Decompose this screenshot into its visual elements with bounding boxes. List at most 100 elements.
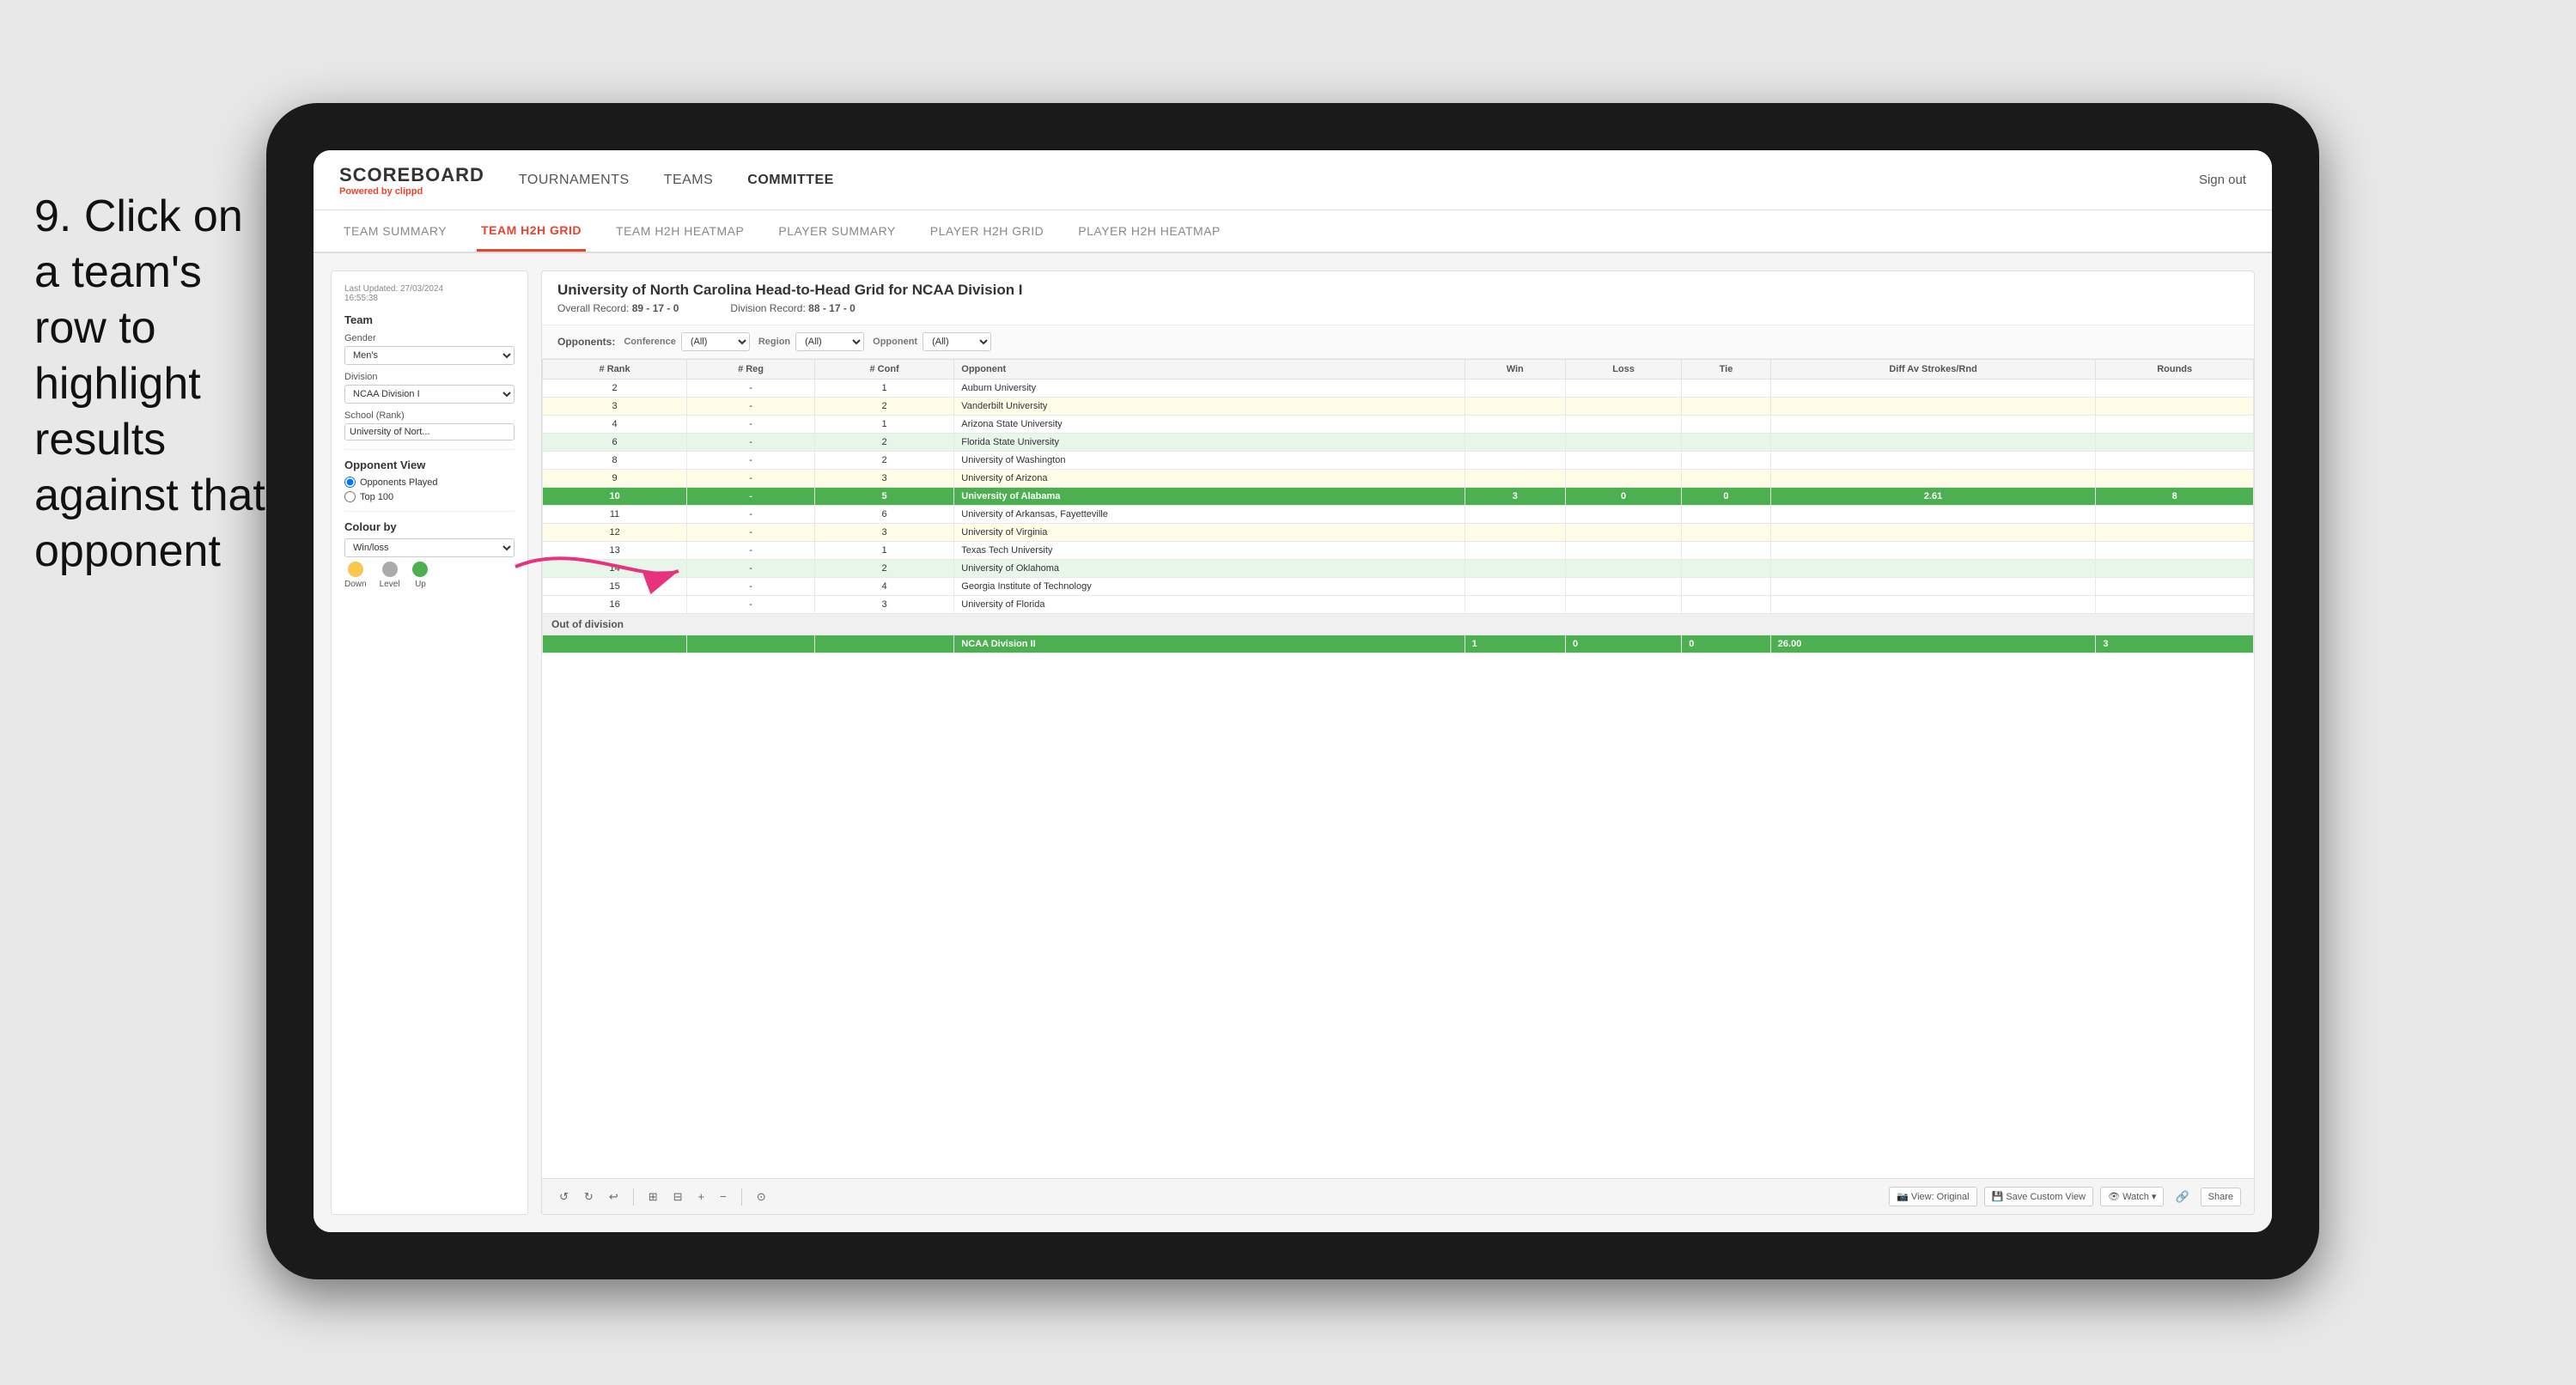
- zoom-icon[interactable]: −: [716, 1188, 731, 1206]
- sign-out-link[interactable]: Sign out: [2199, 173, 2246, 187]
- col-rounds: Rounds: [2096, 360, 2254, 380]
- opponent-filter-select[interactable]: (All): [923, 332, 991, 351]
- col-win: Win: [1465, 360, 1565, 380]
- subnav-player-h2h-grid[interactable]: PLAYER H2H GRID: [926, 210, 1049, 252]
- table-row[interactable]: 11-6University of Arkansas, Fayetteville: [543, 506, 2254, 524]
- opponents-filter-label: Opponents:: [557, 336, 615, 348]
- legend-level-icon: [382, 562, 398, 577]
- data-panel-title: University of North Carolina Head-to-Hea…: [557, 282, 2238, 299]
- conference-filter-label: Conference: [624, 337, 676, 347]
- out-of-division-row[interactable]: NCAA Division II10026.003: [543, 635, 2254, 653]
- col-rank: # Rank: [543, 360, 687, 380]
- table-row[interactable]: 13-1Texas Tech University: [543, 542, 2254, 560]
- grid-icon[interactable]: ⊞: [644, 1188, 662, 1206]
- table-row[interactable]: 10-5University of Alabama3002.618: [543, 488, 2254, 506]
- colour-by-title: Colour by: [344, 520, 515, 533]
- conference-filter-group: Conference (All): [624, 332, 750, 351]
- sub-nav: TEAM SUMMARY TEAM H2H GRID TEAM H2H HEAT…: [314, 210, 2272, 253]
- data-panel: University of North Carolina Head-to-Hea…: [541, 270, 2255, 1215]
- radio-top100[interactable]: Top 100: [344, 491, 515, 502]
- division-record-label: Division Record: 88 - 17 - 0: [730, 302, 855, 314]
- out-of-division-header: Out of division: [543, 614, 2254, 635]
- team-section-title: Team: [344, 313, 515, 326]
- logo-powered: Powered by clippd: [339, 186, 484, 197]
- table-body: 2-1Auburn University3-2Vanderbilt Univer…: [543, 380, 2254, 653]
- view-original-btn[interactable]: 📷 View: Original: [1889, 1187, 1976, 1206]
- share-btn[interactable]: Share: [2201, 1188, 2241, 1206]
- table-row[interactable]: 3-2Vanderbilt University: [543, 398, 2254, 416]
- division-select[interactable]: NCAA Division I: [344, 385, 515, 404]
- col-reg: # Reg: [687, 360, 815, 380]
- subnav-team-h2h-grid[interactable]: TEAM H2H GRID: [477, 210, 586, 252]
- subnav-team-summary[interactable]: TEAM SUMMARY: [339, 210, 451, 252]
- conference-filter-select[interactable]: (All): [681, 332, 750, 351]
- col-loss: Loss: [1565, 360, 1681, 380]
- col-opponent: Opponent: [954, 360, 1465, 380]
- watch-btn[interactable]: 👁 Watch ▾: [2100, 1187, 2164, 1206]
- back-icon[interactable]: ↩: [605, 1188, 623, 1206]
- overall-record-label: Overall Record: 89 - 17 - 0: [557, 302, 679, 314]
- gender-select[interactable]: Men's: [344, 346, 515, 365]
- main-content: Last Updated: 27/03/2024 16:55:38 Team G…: [314, 253, 2272, 1232]
- legend-down-icon: [348, 562, 363, 577]
- school-label: School (Rank): [344, 410, 515, 421]
- school-input[interactable]: [344, 423, 515, 440]
- table-row[interactable]: 14-2University of Oklahoma: [543, 560, 2254, 578]
- legend: Down Level Up: [344, 562, 515, 589]
- table-row[interactable]: 16-3University of Florida: [543, 596, 2254, 614]
- region-filter-group: Region (All): [758, 332, 864, 351]
- opponent-filter-group: Opponent (All): [873, 332, 991, 351]
- col-conf: # Conf: [814, 360, 953, 380]
- legend-up: Up: [412, 562, 428, 589]
- nav-links: TOURNAMENTS TEAMS COMMITTEE: [519, 168, 2199, 192]
- subnav-team-h2h-heatmap[interactable]: TEAM H2H HEATMAP: [612, 210, 748, 252]
- legend-up-icon: [412, 562, 428, 577]
- undo-icon[interactable]: ↺: [555, 1188, 573, 1206]
- save-custom-view-btn[interactable]: 💾 Save Custom View: [1984, 1187, 2093, 1206]
- last-updated: Last Updated: 27/03/2024 16:55:38: [344, 284, 515, 303]
- colour-by-select[interactable]: Win/loss: [344, 538, 515, 557]
- division-label: Division: [344, 372, 515, 382]
- table-row[interactable]: 8-2University of Washington: [543, 452, 2254, 470]
- h2h-table: # Rank # Reg # Conf Opponent Win Loss Ti…: [542, 359, 2254, 653]
- region-filter-select[interactable]: (All): [795, 332, 864, 351]
- minus-grid-icon[interactable]: ⊟: [669, 1188, 687, 1206]
- table-row[interactable]: 12-3University of Virginia: [543, 524, 2254, 542]
- redo-icon[interactable]: ↻: [580, 1188, 598, 1206]
- instruction-text: 9. Click on a team's row to highlight re…: [34, 189, 275, 580]
- subnav-player-h2h-heatmap[interactable]: PLAYER H2H HEATMAP: [1074, 210, 1225, 252]
- logo-scoreboard: SCOREBOARD: [339, 164, 484, 186]
- table-row[interactable]: 4-1Arizona State University: [543, 416, 2254, 434]
- logo-area: SCOREBOARD Powered by clippd: [339, 164, 484, 197]
- table-row[interactable]: 6-2Florida State University: [543, 434, 2254, 452]
- col-tie: Tie: [1682, 360, 1771, 380]
- opponent-view-title: Opponent View: [344, 459, 515, 471]
- nav-committee[interactable]: COMMITTEE: [747, 168, 834, 192]
- legend-down: Down: [344, 562, 367, 589]
- pink-arrow: [507, 532, 696, 601]
- table-row[interactable]: 9-3University of Arizona: [543, 470, 2254, 488]
- nav-teams[interactable]: TEAMS: [664, 168, 714, 192]
- sidebar-panel: Last Updated: 27/03/2024 16:55:38 Team G…: [331, 270, 528, 1215]
- record-row: Overall Record: 89 - 17 - 0 Division Rec…: [557, 302, 2238, 314]
- bottom-toolbar: ↺ ↻ ↩ ⊞ ⊟ + − ⊙ 📷 View: Original 💾 Save …: [542, 1178, 2254, 1214]
- opponent-view-group: Opponents Played Top 100: [344, 477, 515, 502]
- radio-opponents-played[interactable]: Opponents Played: [344, 477, 515, 488]
- toolbar-sep2: [741, 1188, 742, 1206]
- clock-icon: ⊙: [752, 1188, 770, 1206]
- tablet-screen: SCOREBOARD Powered by clippd TOURNAMENTS…: [314, 150, 2272, 1232]
- nav-tournaments[interactable]: TOURNAMENTS: [519, 168, 630, 192]
- table-row[interactable]: 2-1Auburn University: [543, 380, 2254, 398]
- share-icon-btn[interactable]: 🔗: [2171, 1188, 2193, 1206]
- plus-icon[interactable]: +: [694, 1188, 709, 1206]
- filter-row: Opponents: Conference (All) Region (All): [542, 325, 2254, 359]
- data-panel-header: University of North Carolina Head-to-Hea…: [542, 271, 2254, 325]
- table-header-row: # Rank # Reg # Conf Opponent Win Loss Ti…: [543, 360, 2254, 380]
- table-row[interactable]: 15-4Georgia Institute of Technology: [543, 578, 2254, 596]
- subnav-player-summary[interactable]: PLAYER SUMMARY: [774, 210, 899, 252]
- tablet-frame: SCOREBOARD Powered by clippd TOURNAMENTS…: [266, 103, 2319, 1279]
- gender-label: Gender: [344, 333, 515, 343]
- col-diff: Diff Av Strokes/Rnd: [1770, 360, 2096, 380]
- opponent-filter-label: Opponent: [873, 337, 917, 347]
- table-wrapper: # Rank # Reg # Conf Opponent Win Loss Ti…: [542, 359, 2254, 1178]
